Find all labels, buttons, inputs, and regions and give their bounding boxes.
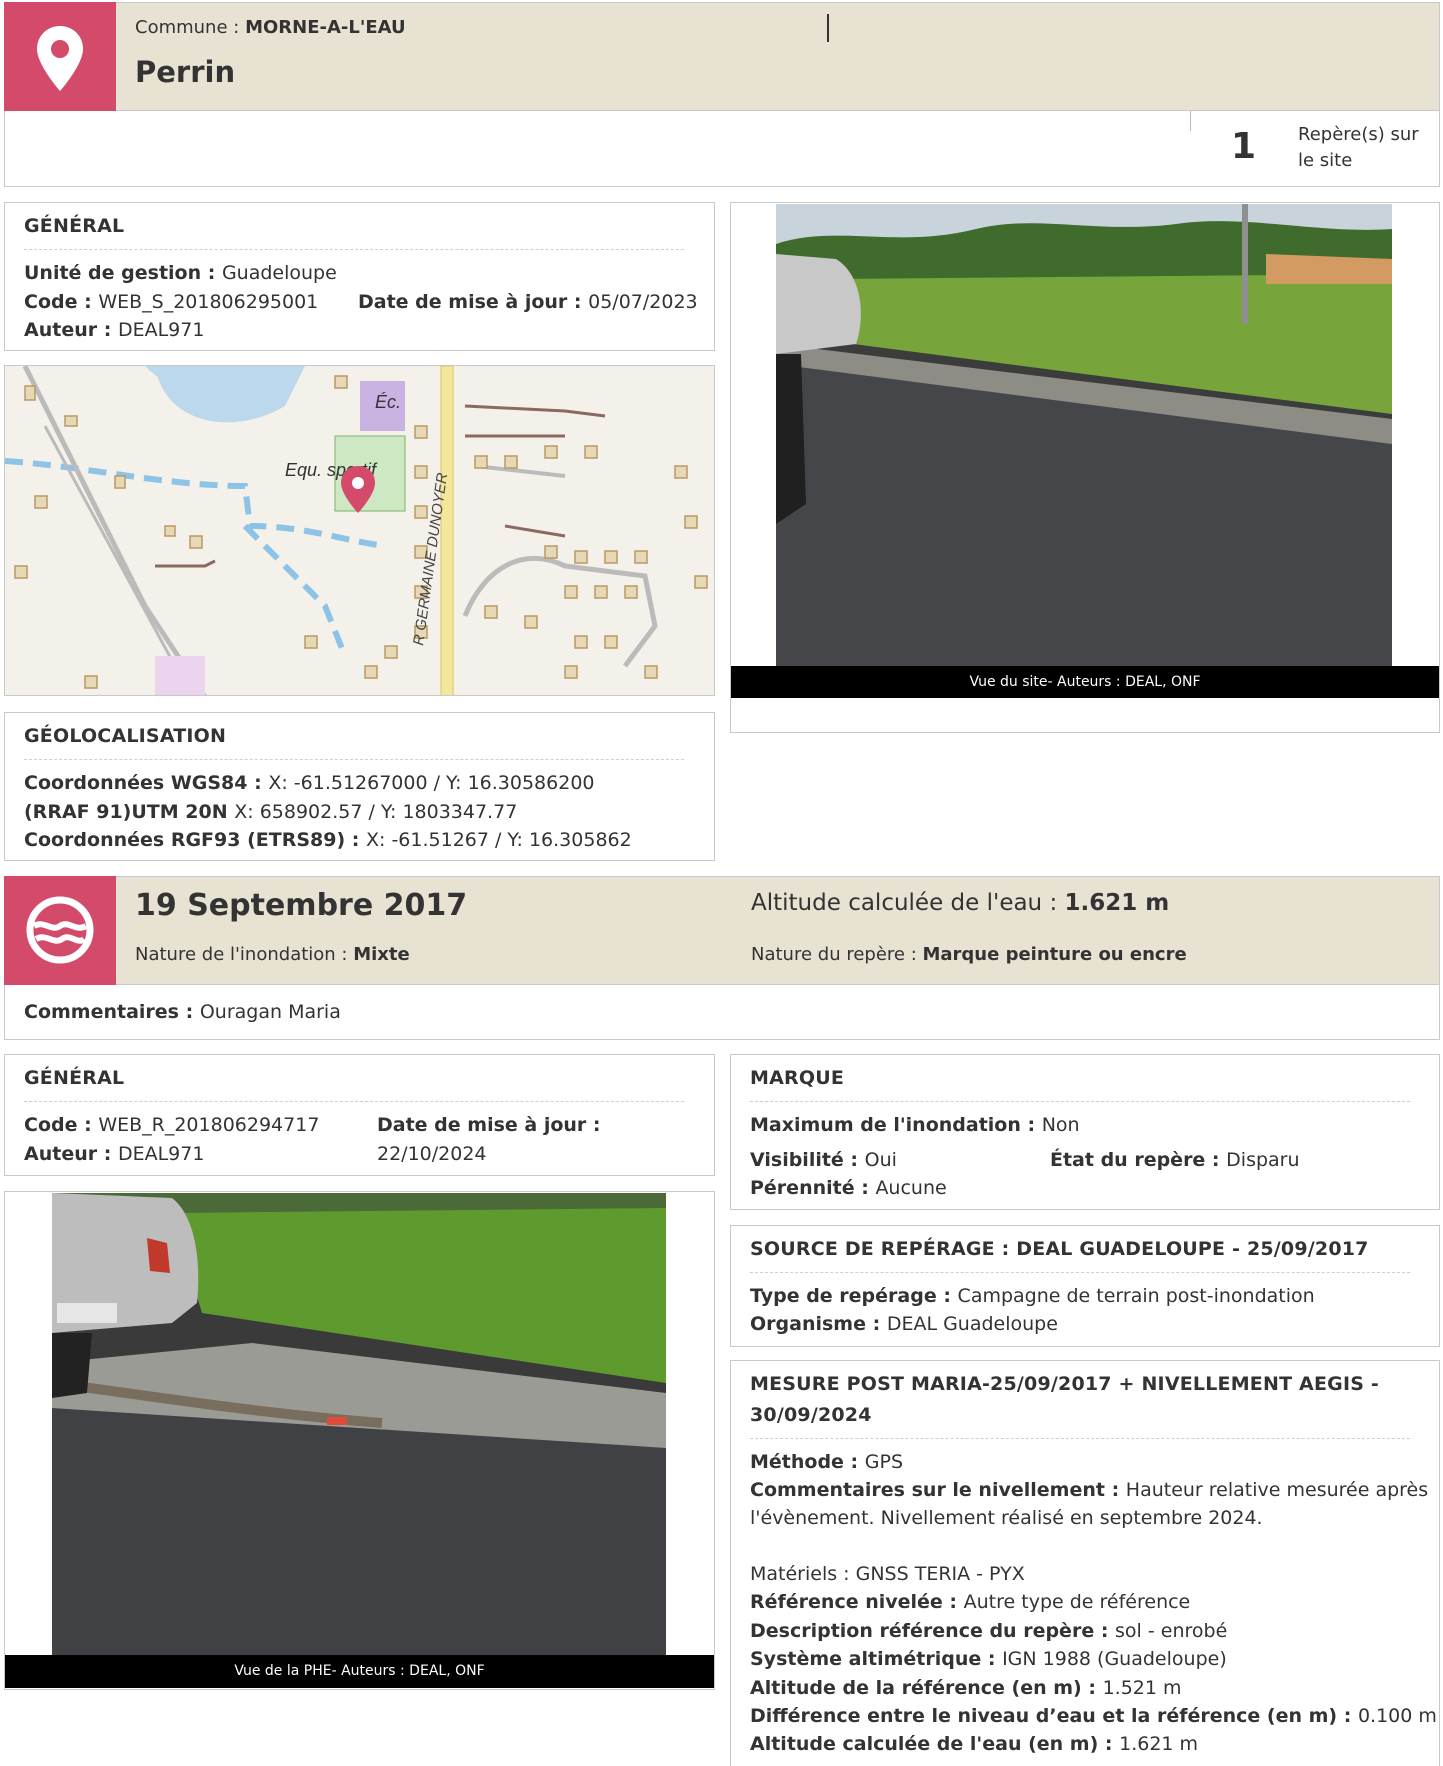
wgs84-line: Coordonnées WGS84 : X: -61.51267000 / Y:… [24,772,595,794]
state-line: État du repère : Disparu [1050,1149,1300,1171]
commune-line: Commune : MORNE-A-L'EAU [135,17,406,38]
event-date: 19 Septembre 2017 [135,888,468,923]
divider [24,1101,684,1102]
header-cursor [827,14,829,42]
divider [24,759,684,760]
marker-date: 22/10/2024 [377,1143,487,1165]
divider [750,1272,1410,1273]
site-photo[interactable] [776,204,1392,666]
water-altitude-line: Altitude calculée de l'eau : 1.621 m [751,890,1170,916]
unite-line: Unité de gestion : Guadeloupe [24,262,337,284]
site-icon-block [4,2,116,111]
event-icon-block [4,876,116,985]
rgf93-line: Coordonnées RGF93 (ETRS89) : X: -61.5126… [24,829,632,851]
phe-photo-caption: Vue de la PHE- Auteurs : DEAL, ONF [5,1655,714,1688]
reference-line: Référence nivelée : Autre type de référe… [750,1591,1191,1613]
geolocation-heading: GÉOLOCALISATION [24,725,227,747]
flood-wave-icon [26,896,94,964]
site-photo-caption: Vue du site- Auteurs : DEAL, ONF [731,666,1439,698]
method-line: Méthode : GPS [750,1451,904,1473]
marker-general-heading: GÉNÉRAL [24,1067,125,1089]
utm-line: (RRAF 91)UTM 20N X: 658902.57 / Y: 18033… [24,801,518,823]
general-heading: GÉNÉRAL [24,215,125,237]
marque-heading: MARQUE [750,1067,845,1089]
divider [750,1438,1410,1439]
marker-count: 1 [1231,126,1257,167]
measure-heading-1: MESURE POST MARIA-25/09/2017 + NIVELLEME… [750,1373,1379,1395]
divider [24,249,684,250]
leveling-comment-line-1: Commentaires sur le nivellement : Hauteu… [750,1479,1429,1501]
site-count-bar [4,111,1440,187]
source-type-line: Type de repérage : Campagne de terrain p… [750,1285,1315,1307]
count-divider [1190,111,1191,131]
phe-photo[interactable] [52,1193,666,1655]
computed-water-altitude-line: Altitude calculée de l'eau (en m) : 1.62… [750,1733,1199,1755]
divider [750,1101,1410,1102]
source-org-line: Organisme : DEAL Guadeloupe [750,1313,1058,1335]
altimetric-system-line: Système altimétrique : IGN 1988 (Guadelo… [750,1648,1227,1670]
comment-line: Commentaires : Ouragan Maria [24,1001,341,1023]
date-line: Date de mise à jour : 05/07/2023 [358,291,698,313]
reference-altitude-line: Altitude de la référence (en m) : 1.521 … [750,1677,1182,1699]
visibility-line: Visibilité : Oui [750,1149,897,1171]
map-svg: Éc. Equ. sportif R GERMAINE DUNOYER [5,366,708,695]
marker-nature-line: Nature du repère : Marque peinture ou en… [751,944,1187,965]
code-line: Code : WEB_S_201806295001 [24,291,319,313]
site-map[interactable]: Éc. Equ. sportif R GERMAINE DUNOYER [4,365,715,696]
perennity-line: Pérennité : Aucune [750,1177,947,1199]
water-reference-difference-line: Différence entre le niveau d’eau et la r… [750,1705,1437,1727]
maximum-line: Maximum de l'inondation : Non [750,1114,1080,1136]
site-name: Perrin [135,55,236,89]
source-heading: SOURCE DE REPÉRAGE : DEAL GUADELOUPE - 2… [750,1238,1369,1260]
flood-nature-line: Nature de l'inondation : Mixte [135,944,410,965]
equipment-line: Matériels : GNSS TERIA - PYX [750,1563,1025,1585]
leveling-comment-line-2: l'évènement. Nivellement réalisé en sept… [750,1507,1263,1529]
location-pin-icon [37,26,83,91]
auteur-line: Auteur : DEAL971 [24,319,205,341]
marker-date-label: Date de mise à jour : [377,1114,601,1136]
map-label-school: Éc. [375,392,401,412]
commune-name: MORNE-A-L'EAU [245,17,406,38]
measure-heading-2: 30/09/2024 [750,1404,872,1426]
marker-code-line: Code : WEB_R_201806294717 [24,1114,320,1136]
reference-description-line: Description référence du repère : sol - … [750,1620,1228,1642]
marker-auteur-line: Auteur : DEAL971 [24,1143,205,1165]
marker-count-label: Repère(s) sur le site [1298,124,1419,171]
